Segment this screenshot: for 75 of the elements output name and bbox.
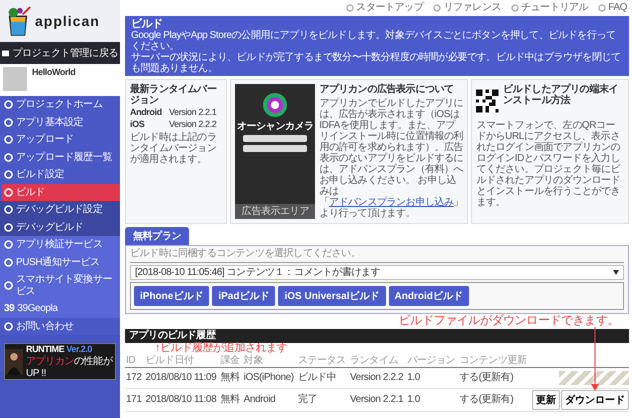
sidebar-item[interactable]: アプリ基本設定 [0,114,120,131]
sidebar-item[interactable]: デバッグビルド [0,218,120,236]
banner-tagline: アプリカンの性能が UP !! [26,354,114,379]
back-link[interactable]: プロジェクト管理に戻る [0,42,120,64]
build-button[interactable]: iPhoneビルド [134,286,210,306]
table-cell: 1.0 [407,372,420,384]
table-cell: Android [244,394,276,406]
row-action-button[interactable]: ダウンロード [561,390,629,410]
build-button[interactable]: Androidビルド [388,286,469,306]
plan-tab[interactable]: 無料プラン [125,227,190,246]
platform-label: Android [130,108,163,118]
card-text: スマートフォンで、左のQRコードからURLにアクセスし、表示されたログイン画面でアプリカンのログインIDとパスワードを入力してください。プロジェクト毎にビルドされたアプリのダウンロードとインストールを行うことができます。 [476,120,622,208]
plan-link[interactable]: アドバンスプランお申し込み [328,197,454,208]
build-button[interactable]: iOS Universalビルド [278,286,386,306]
sidebar-item[interactable]: デバッグビルド設定 [0,201,120,218]
table-cell: する(更新有) [459,394,514,406]
table-cell: 2018/08/10 11:09 [146,372,216,384]
sidebar-item[interactable]: アップロード履歴一覧 [0,148,120,166]
table-cell: 172 [126,372,142,384]
runtime-banner[interactable]: RUNTIME Ver.2.0 アプリカンの性能が UP !! [4,343,116,380]
table-cell: 完了 [298,394,318,406]
annotation-text: ↑ビルド履歴が追加されます [155,342,288,354]
logo-text: applican [35,13,100,29]
table-cell: 2018/08/10 11:08 [146,394,216,406]
table-cell: 無料 [220,394,240,406]
sidebar-item[interactable]: ビルド [0,184,120,201]
row-action-button[interactable]: 更新 [532,390,560,410]
sidebar-item[interactable]: お問い合わせ [0,318,120,335]
sidebar-item[interactable]: スマホサイト変換サービス [0,271,120,300]
sidebar-item[interactable]: アプリ検証サービス [0,236,120,254]
column-header: 課金 [220,354,240,366]
sidebar-item[interactable]: ビルド設定 [0,166,120,184]
card-text: ビルド時は上記のランタイムバージョンが適用されます。 [130,132,218,165]
version-text: Version 2.2.1 [169,108,216,118]
table-cell: iOS(iPhone) [244,372,294,384]
table-cell: Version 2.2.2 [350,372,404,384]
project-name: HelloWorld [32,67,76,79]
top-link[interactable]: スタートアップ [346,2,424,13]
app-title: オーシャンカメラ [236,121,314,132]
column-header: ランタイム [350,354,398,366]
description-text: Google PlayやApp Storeの公開用にアプリをビルドします。対象デバイスごとにボタンを押して、ビルドを行ってください。 [131,30,617,52]
section-title: アプリのビルド履歴 [129,330,216,342]
banner-title: RUNTIME Ver.2.0 [26,344,94,354]
build-button[interactable]: iPadビルド [212,286,276,306]
column-header: コンテンツ更新 [459,354,527,366]
top-link[interactable]: リファレンス [433,2,501,13]
sidebar-item[interactable]: 39 39Geopla [0,300,120,318]
table-cell: ビルド中 [298,372,336,384]
column-header: バージョン [407,354,456,366]
column-header: 対象 [244,354,263,366]
card-title: ビルドしたアプリの端末インストール方法 [502,84,620,106]
table-cell: 171 [126,394,142,406]
version-text: Version 2.2.2 [169,120,216,130]
hint-text: ビルド時に同梱するコンテンツを選択してください。 [130,248,624,263]
card-title: 最新ランタイムバージョン [130,84,218,106]
ad-area: 広告表示エリア [235,204,316,220]
column-header: ビルド日付 [146,354,194,366]
table-cell: Version 2.2.1 [350,394,404,406]
column-header: ID [126,354,136,366]
description-text: サーバーの状況により、ビルドが完了するまで数分〜十数分程度の時間が必要です。ビルド中はブラウザを閉じても問題ありません。 [131,52,622,74]
top-link[interactable]: FAQ [598,2,627,13]
sidebar-item[interactable]: アップロード [0,131,120,148]
table-cell: する(更新有) [459,372,514,384]
content-select[interactable]: [2018-08-10 11:05:46] コンテンツ１：コメントが書けます [130,264,624,280]
annotation-text: ビルドファイルがダウンロードできます。 [398,314,619,328]
card-text: アプリカンでビルドしたアプリには、広告が表示されます（iOSはIDFAを使用します。また、アプリインストール時に位置情報の利用の許可を求められます）。広告表示のないアプリをビルドするには、アドバンスプラン（有料）へお申し込みください。 お申し込みは「アドバンスプランお申し込み」より行って頂けます。 [319,98,464,220]
sidebar-item[interactable]: プロジェクトホーム [0,96,120,114]
table-cell: 無料 [220,372,240,384]
sidebar-item[interactable]: PUSH通知サービス [0,254,120,271]
platform-label: iOS [130,120,146,130]
top-link[interactable]: チュートリアル [510,2,588,13]
card-title: アプリカンの広告表示について [319,84,455,96]
table-cell: 1.0 [407,394,420,406]
page-title: ビルド [131,18,164,30]
column-header: ステータス [298,354,346,366]
